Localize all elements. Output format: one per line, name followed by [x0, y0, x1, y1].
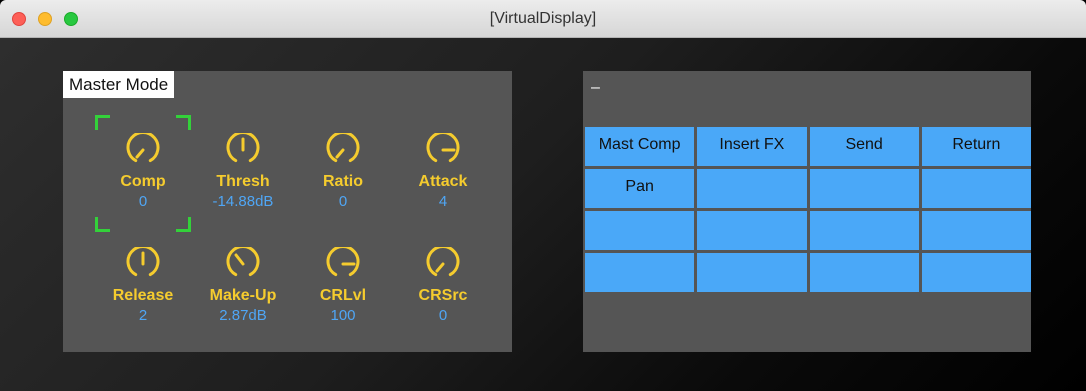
- grid-button-empty[interactable]: [809, 253, 919, 292]
- knob-icon: [126, 133, 160, 163]
- mode-select-panel: – Mast Comp Insert FX Send Return Pan: [583, 71, 1031, 352]
- knob-value: 0: [338, 193, 348, 210]
- grid-button-empty[interactable]: [697, 211, 807, 250]
- knob-icon: [226, 133, 260, 163]
- knob-label: Release: [112, 287, 174, 304]
- knob-icon: [326, 247, 360, 277]
- knob-release[interactable]: Release 2: [98, 247, 188, 324]
- panel-title: Master Mode: [63, 71, 175, 98]
- knob-label: Make-Up: [209, 287, 277, 304]
- button-grid: Mast Comp Insert FX Send Return Pan: [585, 127, 1031, 292]
- knob-ratio[interactable]: Ratio 0: [298, 133, 388, 210]
- knob-icon: [326, 133, 360, 163]
- grid-button-empty[interactable]: [921, 253, 1031, 292]
- grid-button-empty[interactable]: [921, 211, 1031, 250]
- knob-comp[interactable]: Comp 0: [98, 133, 188, 210]
- knob-label: Comp: [120, 173, 166, 190]
- knob-label: CRSrc: [418, 287, 468, 304]
- grid-button-send[interactable]: Send: [809, 127, 919, 166]
- grid-button-insert-fx[interactable]: Insert FX: [697, 127, 807, 166]
- knob-value: 2.87dB: [219, 307, 267, 324]
- grid-button-pan[interactable]: Pan: [585, 169, 695, 208]
- knob-value: 100: [330, 307, 356, 324]
- grid-button-return[interactable]: Return: [921, 127, 1031, 166]
- knob-value: -14.88dB: [212, 193, 274, 210]
- knob-icon: [126, 247, 160, 277]
- focus-corner-top-right: [176, 115, 191, 130]
- knob-thresh[interactable]: Thresh -14.88dB: [198, 133, 288, 210]
- title-bar[interactable]: [VirtualDisplay]: [0, 0, 1086, 38]
- knob-value: 0: [138, 193, 148, 210]
- grid-button-empty[interactable]: [697, 169, 807, 208]
- knob-label: Thresh: [216, 173, 270, 190]
- virtual-display-window: [VirtualDisplay] Master Mode Comp 0 Thre…: [0, 0, 1086, 391]
- knob-value: 4: [438, 193, 448, 210]
- master-mode-panel: Master Mode Comp 0 Thresh -14.88dB Ratio…: [63, 71, 512, 352]
- knob-value: 0: [438, 307, 448, 324]
- knob-crsrc[interactable]: CRSrc 0: [398, 247, 488, 324]
- knob-label: Ratio: [323, 173, 363, 190]
- panel-header: –: [591, 79, 600, 96]
- grid-button-empty[interactable]: [921, 169, 1031, 208]
- grid-button-empty[interactable]: [809, 169, 919, 208]
- grid-button-empty[interactable]: [809, 211, 919, 250]
- window-title: [VirtualDisplay]: [489, 10, 597, 27]
- display-area: Master Mode Comp 0 Thresh -14.88dB Ratio…: [0, 38, 1086, 391]
- focus-corner-bottom-right: [176, 217, 191, 232]
- grid-button-empty[interactable]: [585, 211, 695, 250]
- knob-make-up[interactable]: Make-Up 2.87dB: [198, 247, 288, 324]
- knob-icon: [426, 247, 460, 277]
- focus-corner-top-left: [95, 115, 110, 130]
- knob-label: CRLvl: [319, 287, 367, 304]
- knob-icon: [426, 133, 460, 163]
- knob-attack[interactable]: Attack 4: [398, 133, 488, 210]
- knob-label: Attack: [418, 173, 468, 190]
- grid-button-empty[interactable]: [585, 253, 695, 292]
- grid-button-mast-comp[interactable]: Mast Comp: [585, 127, 695, 166]
- knob-crlvl[interactable]: CRLvl 100: [298, 247, 388, 324]
- focus-corner-bottom-left: [95, 217, 110, 232]
- grid-button-empty[interactable]: [697, 253, 807, 292]
- knob-icon: [226, 247, 260, 277]
- knob-value: 2: [138, 307, 148, 324]
